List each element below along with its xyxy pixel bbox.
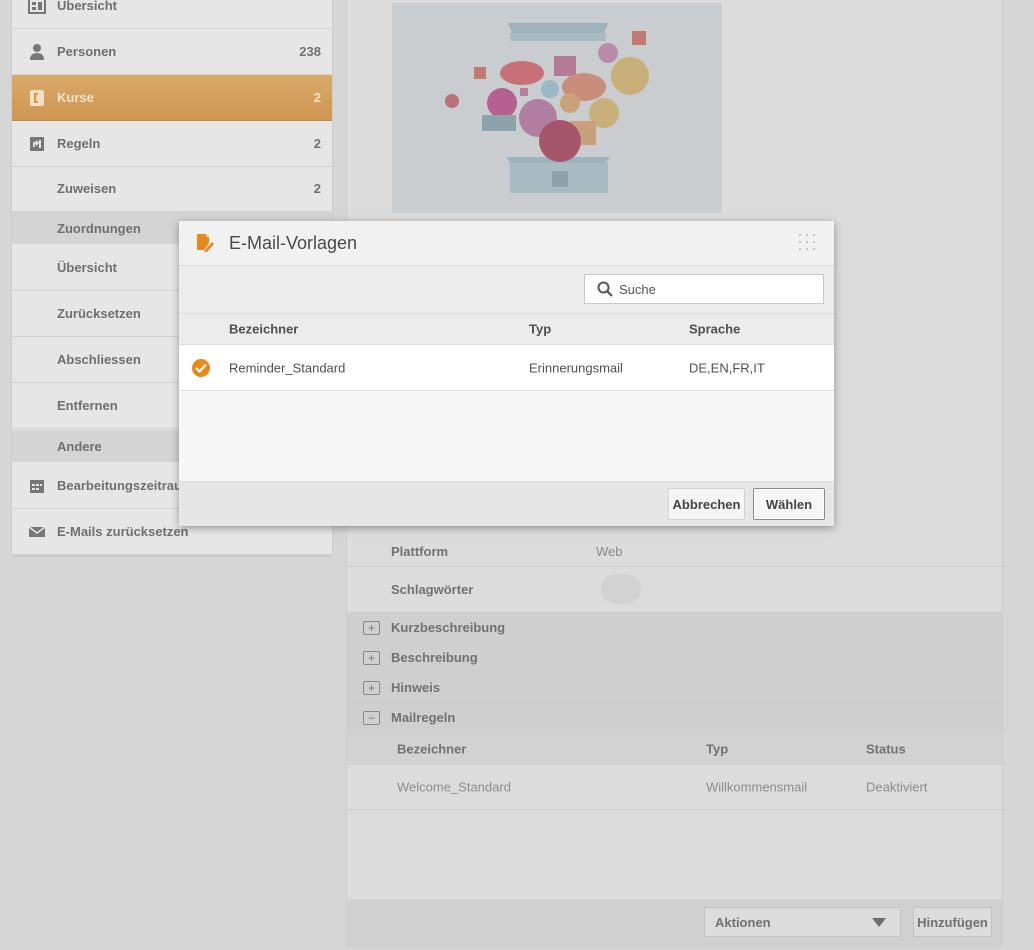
sidebar-item-label: Entfernen	[57, 398, 118, 413]
section-label: Mailregeln	[391, 710, 456, 725]
cell-type: Willkommensmail	[706, 779, 808, 795]
count-badge: 2	[313, 136, 321, 151]
sidebar-item-zuweisen[interactable]: Zuweisen 2	[12, 166, 332, 212]
sidebar-item-label: Übersicht	[57, 0, 117, 13]
expand-icon[interactable]: +	[363, 650, 380, 665]
column-header[interactable]: Sprache	[689, 322, 740, 337]
cancel-button[interactable]: Abbrechen	[668, 488, 745, 520]
sidebar-item-label: Zurücksetzen	[57, 306, 141, 321]
calendar-icon	[28, 477, 46, 495]
column-header[interactable]: Typ	[529, 322, 551, 337]
cell-name: Welcome_Standard	[397, 779, 511, 795]
search-bar	[179, 266, 834, 314]
email-templates-dialog: E-Mail-Vorlagen Bezeichner Typ Sprache	[179, 221, 834, 526]
course-illustration	[392, 3, 722, 213]
dialog-footer: Abbrechen Wählen	[179, 481, 834, 526]
sidebar-item-overview[interactable]: Übersicht	[12, 0, 332, 29]
collapse-icon[interactable]: −	[363, 710, 380, 725]
add-button[interactable]: Hinzufügen	[913, 907, 992, 937]
sidebar-item-label: E-Mails zurücksetzen	[57, 524, 189, 539]
actions-select[interactable]: Aktionen	[704, 907, 901, 937]
section-label: Andere	[57, 438, 102, 454]
person-icon	[28, 43, 46, 61]
sidebar-item-regeln[interactable]: Regeln 2	[12, 121, 332, 167]
field-label: Schlagwörter	[391, 582, 474, 597]
cell-language: DE,EN,FR,IT	[689, 360, 765, 375]
section-label: Zuordnungen	[57, 220, 141, 236]
template-edit-icon	[195, 233, 215, 253]
sidebar-item-label: Abschliessen	[57, 352, 141, 367]
field-value: Web	[596, 544, 623, 559]
choose-button[interactable]: Wählen	[753, 488, 825, 520]
section-label: Kurzbeschreibung	[391, 620, 506, 635]
column-header[interactable]: Bezeichner	[229, 322, 298, 337]
sidebar-item-label: Kurse	[57, 90, 94, 105]
table-row[interactable]: Welcome_Standard Willkommensmail Deaktiv…	[347, 765, 1002, 810]
expand-icon[interactable]: +	[363, 680, 380, 695]
tags-input[interactable]	[601, 574, 641, 604]
cell-status: Deaktiviert	[866, 779, 928, 795]
column-header[interactable]: Typ	[706, 742, 728, 757]
sidebar-item-personen[interactable]: Personen 238	[12, 29, 332, 75]
expand-icon[interactable]: +	[363, 620, 380, 635]
field-row-schlagwoerter: Schlagwörter	[347, 567, 1002, 613]
course-icon	[28, 89, 46, 107]
count-badge: 2	[313, 181, 321, 196]
main-footer	[347, 899, 1002, 946]
sidebar-item-label: Personen	[57, 44, 117, 59]
sidebar-item-label: Regeln	[57, 136, 101, 151]
sidebar-item-label: Übersicht	[57, 260, 117, 275]
section-hinweis[interactable]: + Hinweis	[347, 673, 1002, 703]
count-badge: 2	[313, 90, 321, 105]
section-mailregeln[interactable]: − Mailregeln	[347, 703, 1002, 733]
search-icon	[597, 281, 613, 297]
column-header[interactable]: Bezeichner	[397, 742, 466, 757]
column-header[interactable]: Status	[866, 742, 906, 757]
search-input[interactable]	[619, 279, 814, 299]
sidebar-item-kurse[interactable]: Kurse 2	[12, 75, 332, 121]
check-circle-icon[interactable]	[192, 358, 210, 377]
section-label: Hinweis	[391, 680, 441, 695]
mailrules-table-header: Bezeichner Typ Status	[347, 733, 1002, 765]
section-beschreibung[interactable]: + Beschreibung	[347, 643, 1002, 673]
rule-icon	[28, 135, 46, 153]
sidebar-item-label: Zuweisen	[57, 181, 117, 196]
actions-select-label: Aktionen	[715, 914, 771, 930]
table-row[interactable]: Reminder_Standard Erinnerungsmail DE,EN,…	[179, 345, 834, 391]
cell-type: Erinnerungsmail	[529, 360, 623, 375]
field-row-plattform: Plattform Web	[347, 537, 1002, 567]
dialog-title: E-Mail-Vorlagen	[229, 233, 358, 253]
field-label: Plattform	[391, 544, 449, 559]
drag-handle-icon[interactable]	[798, 233, 820, 253]
cell-name: Reminder_Standard	[229, 360, 346, 375]
dashboard-icon	[28, 0, 46, 15]
count-badge: 238	[299, 44, 321, 59]
chevron-down-icon	[872, 918, 886, 927]
sidebar-item-label: Bearbeitungszeitraum	[57, 478, 194, 493]
section-label: Beschreibung	[391, 650, 478, 665]
section-kurzbeschreibung[interactable]: + Kurzbeschreibung	[347, 613, 1002, 643]
mail-icon	[28, 523, 46, 541]
table-empty-area	[179, 391, 834, 481]
dialog-header[interactable]: E-Mail-Vorlagen	[179, 221, 834, 266]
templates-table-header: Bezeichner Typ Sprache	[179, 314, 834, 345]
search-box[interactable]	[584, 274, 824, 304]
